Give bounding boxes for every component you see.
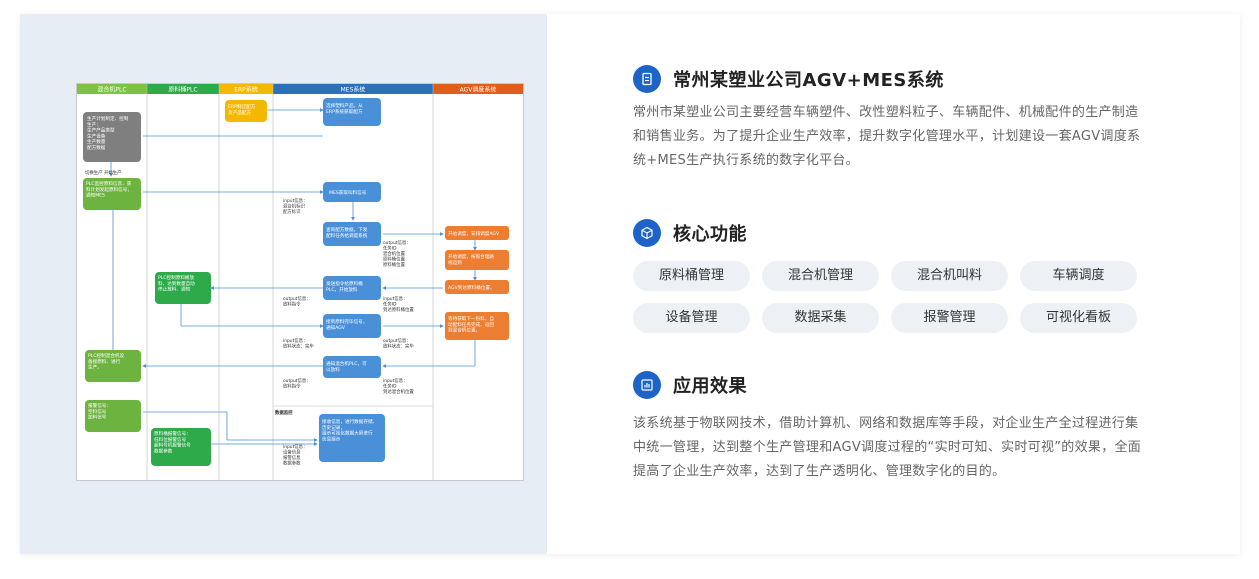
project-title: 常州某塑业公司AGV+MES系统: [673, 70, 944, 91]
label-input-5: input信息：设备信息报警信息数据参数: [283, 443, 307, 467]
core-title: 核心功能: [673, 224, 747, 245]
lane-label-erp: ERP系统: [234, 86, 258, 94]
bar-chart-icon: [633, 371, 661, 399]
lane-label-agv: AGV调度系统: [460, 86, 497, 94]
label-input-4: input信息：任务ID 到达混合机位置: [383, 377, 414, 395]
lane-headers: 混合机PLC 原料桶PLC ERP系统 MES系统 AGV调度系统: [77, 84, 523, 94]
cube-icon: [633, 219, 661, 247]
mes-agv-flow-diagram: 混合机PLC 原料桶PLC ERP系统 MES系统 AGV调度系统 生产计划制定…: [76, 83, 524, 481]
section-core: 核心功能: [633, 219, 747, 247]
effect-text: 该系统基于物联网技术，借助计算机、网络和数据库等手段，对企业生产全过程进行集中统…: [633, 416, 1142, 479]
tag-mixer-call: 混合机叫料: [891, 261, 1008, 291]
label-switch-production: 切换生产 开始生产: [85, 169, 122, 176]
lane-label-mix-plc: 混合机PLC: [97, 86, 126, 94]
tag-data-collection: 数据采集: [762, 303, 879, 333]
section-effect: 应用效果: [633, 371, 747, 399]
label-input-2: input信息：任务ID 到达原料桶位置: [383, 295, 414, 313]
label-input-3: input信息：放料状态：完毕: [283, 337, 314, 350]
section-project: 常州某塑业公司AGV+MES系统: [633, 65, 944, 93]
lane-label-bucket-plc: 原料桶PLC: [168, 86, 197, 94]
box-text-agv-3: AGV到达原料桶位置。: [448, 284, 495, 291]
tag-mixer-management: 混合机管理: [762, 261, 879, 291]
tag-dashboard: 可视化看板: [1020, 303, 1137, 333]
label-data-monitor: 数据监控: [275, 409, 293, 416]
document-icon: [633, 65, 661, 93]
box-text-mes-3: 查询配方数据，下发配料任务给调度系统: [326, 226, 368, 239]
effect-title: 应用效果: [673, 376, 747, 397]
tag-bucket-management: 原料桶管理: [633, 261, 750, 291]
label-output-1: output信息：任务ID 混合机位置原料桶位置原料桶位置: [383, 239, 411, 268]
tag-alarm-management: 报警管理: [891, 303, 1008, 333]
box-text-agv-1: 开始调度，安排调度AGV: [448, 230, 500, 237]
label-output-2: output信息：放料指令: [283, 295, 311, 308]
label-input-1: input信息：混合机标识配方标识: [283, 197, 307, 215]
tag-device-management: 设备管理: [633, 303, 750, 333]
box-text-bucket-plc: PLC控制原料桶放料、达到数量自动停止放料、通知: [158, 274, 195, 293]
box-text-mes-2: MES获取叫料信号: [329, 189, 367, 196]
project-intro: 常州市某塑业公司主要经营车辆塑件、改性塑料粒子、车辆配件、机械配件的生产制造和销…: [633, 105, 1141, 168]
lane-label-mes: MES系统: [341, 86, 366, 94]
tag-vehicle-dispatch: 车辆调度: [1020, 261, 1137, 291]
box-text-mes-1: 选择塑料产品，从 ERP系统获取配方: [326, 102, 363, 115]
label-output-3: output信息：放料状态：完毕: [383, 337, 414, 350]
label-output-4: output信息：放料指令: [283, 377, 311, 390]
